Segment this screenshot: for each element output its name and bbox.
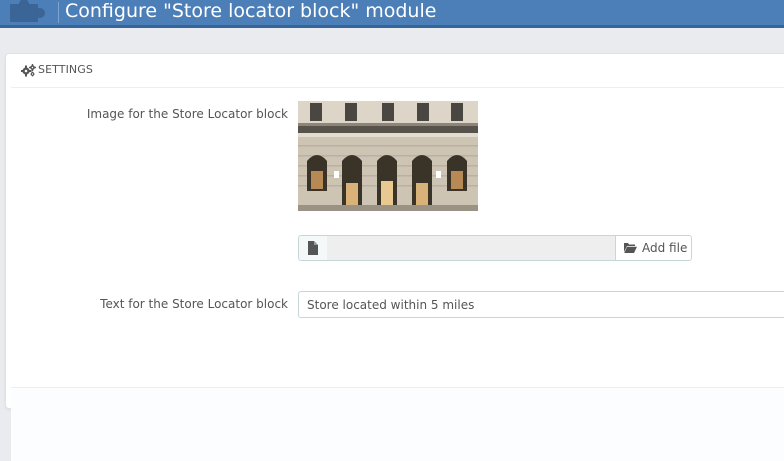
- folder-open-icon: [624, 243, 637, 253]
- add-file-button[interactable]: Add file: [615, 235, 692, 261]
- panel-title: SETTINGS: [38, 63, 93, 76]
- panel-heading: SETTINGS: [11, 54, 784, 88]
- page-header: Configure "Store locator block" module: [0, 0, 784, 28]
- puzzle-piece-icon: [10, 0, 45, 22]
- store-locator-text-input[interactable]: [298, 291, 784, 318]
- cogs-icon: [21, 64, 36, 77]
- file-icon: [308, 241, 318, 255]
- file-name-input[interactable]: [327, 235, 616, 261]
- store-image-preview: [298, 101, 478, 211]
- header-separator: [58, 2, 59, 23]
- page-title: Configure "Store locator block" module: [65, 0, 437, 22]
- add-file-label: Add file: [642, 241, 688, 255]
- image-field-label: Image for the Store Locator block: [86, 107, 288, 121]
- panel-footer: [11, 388, 784, 461]
- file-icon-box: [298, 235, 328, 261]
- text-field-label: Text for the Store Locator block: [100, 297, 288, 311]
- file-upload-group: Add file: [298, 235, 694, 261]
